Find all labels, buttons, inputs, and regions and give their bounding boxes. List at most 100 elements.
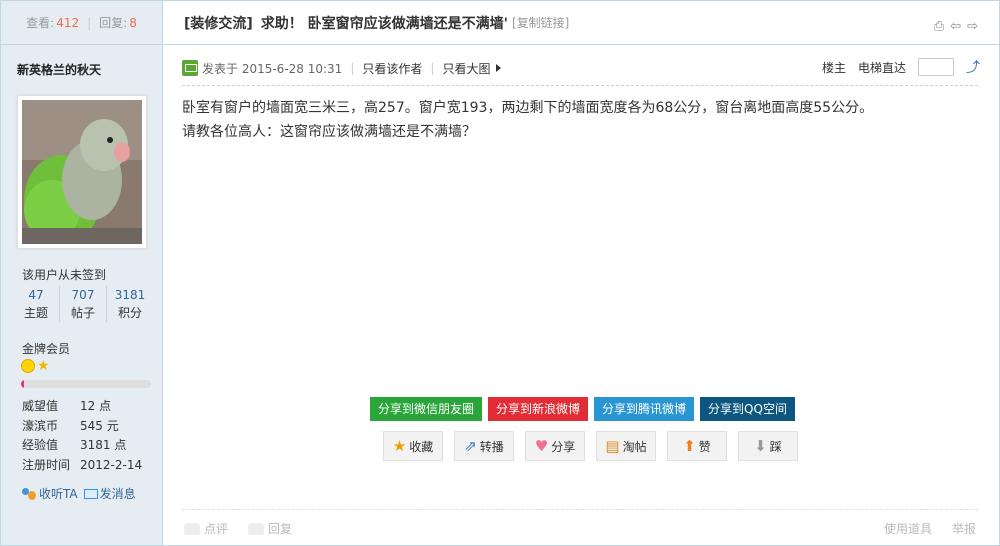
count-label: 积分 bbox=[117, 306, 142, 320]
reply-label: 回复 bbox=[268, 522, 293, 536]
copy-link-button[interactable]: [复制链接] bbox=[512, 14, 569, 31]
rank-progress-fill bbox=[21, 380, 24, 388]
reply-icon bbox=[248, 522, 265, 535]
user-actions: 收听TA 发消息 bbox=[21, 485, 136, 502]
info-row: 注册时间 2012-2-14 bbox=[22, 456, 142, 476]
info-value: 3181 点 bbox=[80, 438, 127, 452]
post-date: 发表于 2015-6-28 10:31 bbox=[202, 61, 343, 76]
count-points[interactable]: 3181 积分 bbox=[106, 286, 153, 322]
info-value: 2012-2-14 bbox=[80, 457, 143, 472]
forward-button[interactable]: ⇗ 转播 bbox=[454, 431, 514, 461]
views-count: 412 bbox=[56, 15, 80, 30]
post-meta-right: 楼主 电梯直达 ⤴ bbox=[822, 57, 980, 77]
forward-icon: ⇗ bbox=[464, 436, 477, 455]
heart-icon: ♥ bbox=[534, 436, 549, 455]
count-topics[interactable]: 47 主题 bbox=[13, 286, 59, 322]
post-footer-left: 点评 回复 bbox=[184, 520, 292, 537]
count-value: 47 bbox=[28, 288, 44, 302]
info-row: 威望值 12 点 bbox=[22, 397, 142, 417]
count-label: 主题 bbox=[23, 306, 48, 320]
favorite-label: 收藏 bbox=[409, 439, 434, 454]
taotie-label: 淘帖 bbox=[622, 439, 647, 454]
star-icon: ★ bbox=[37, 358, 50, 374]
rank-progress bbox=[21, 380, 151, 388]
dislike-label: 踩 bbox=[769, 439, 782, 454]
smiley-icon bbox=[21, 359, 35, 373]
count-value: 707 bbox=[71, 288, 95, 302]
go-icon[interactable]: ⤴ bbox=[966, 57, 980, 77]
tray-icon: ▤ bbox=[605, 436, 620, 455]
follow-icon bbox=[21, 487, 37, 501]
count-value: 3181 bbox=[114, 288, 146, 302]
reply-button[interactable]: 回复 bbox=[248, 520, 292, 537]
post-icon bbox=[182, 60, 198, 76]
mail-icon bbox=[83, 488, 98, 499]
user-group[interactable]: 金牌会员 bbox=[22, 340, 70, 357]
info-key: 威望值 bbox=[22, 399, 59, 413]
post-footer-right: 使用道具 举报 bbox=[884, 520, 976, 537]
rank-icons: ★ bbox=[21, 359, 50, 373]
post-container: 查看: 412 | 回复: 8 新英格兰的秋天 该用户从未签到 47 主题 70… bbox=[0, 0, 1000, 546]
share-button[interactable]: ♥ 分享 bbox=[525, 431, 585, 461]
floor-jump-input[interactable] bbox=[918, 58, 954, 76]
info-value: 12 点 bbox=[80, 399, 112, 413]
replies-count: 8 bbox=[129, 15, 137, 30]
info-row: 濠滨币 545 元 bbox=[22, 417, 142, 437]
triangle-right-icon bbox=[496, 64, 502, 72]
share-buttons: 分享到微信朋友圈 分享到新浪微博 分享到腾讯微博 分享到QQ空间 bbox=[370, 397, 795, 421]
post-content: 卧室有窗户的墙面宽三米三，高257。窗户宽193，两边剩下的墙面宽度各为68公分… bbox=[182, 96, 982, 144]
info-key: 濠滨币 bbox=[22, 418, 59, 433]
share-tencent-button[interactable]: 分享到腾讯微博 bbox=[594, 397, 695, 421]
footer-divider bbox=[182, 509, 978, 510]
forward-label: 转播 bbox=[479, 439, 504, 454]
thread-category[interactable]: [装修交流] bbox=[184, 13, 253, 33]
use-tool-button[interactable]: 使用道具 bbox=[884, 520, 932, 537]
thread-subject: 求助！ 卧室窗帘应该做满墙还是不满墙' bbox=[260, 15, 508, 32]
report-button[interactable]: 举报 bbox=[952, 520, 976, 537]
author-name[interactable]: 新英格兰的秋天 bbox=[17, 61, 101, 78]
like-button[interactable]: ⬆ 赞 bbox=[667, 431, 727, 461]
parrot-avatar-image bbox=[22, 100, 142, 244]
post-content-line: 请教各位高人：这窗帘应该做满墙还是不满墙？ bbox=[182, 124, 476, 140]
next-thread-icon[interactable]: ⇨ bbox=[967, 19, 978, 34]
dislike-button[interactable]: ⬇ 踩 bbox=[738, 431, 798, 461]
share-qzone-button[interactable]: 分享到QQ空间 bbox=[700, 397, 795, 421]
arrow-up-icon: ⬆ bbox=[683, 436, 696, 455]
views-label: 查看: bbox=[26, 16, 55, 30]
title-icons: ⎙ ⇦ ⇨ bbox=[934, 19, 978, 34]
post-content-line: 卧室有窗户的墙面宽三米三，高257。窗户宽193，两边剩下的墙面宽度各为68公分… bbox=[182, 100, 874, 116]
count-label: 帖子 bbox=[70, 306, 95, 320]
share-weibo-button[interactable]: 分享到新浪微博 bbox=[488, 397, 589, 421]
meta-divider: | bbox=[350, 61, 355, 75]
meta-divider: | bbox=[430, 61, 435, 75]
replies-label: 回复: bbox=[99, 16, 128, 30]
post-main: [装修交流] 求助！ 卧室窗帘应该做满墙还是不满墙' [复制链接] ⎙ ⇦ ⇨ … bbox=[164, 1, 1000, 545]
post-tools: ★ 收藏 ⇗ 转播 ♥ 分享 ▤ 淘帖 ⬆ 赞 ⬇ 踩 bbox=[383, 431, 798, 461]
comment-icon bbox=[184, 522, 200, 535]
print-icon[interactable]: ⎙ bbox=[934, 19, 944, 34]
like-label: 赞 bbox=[698, 439, 711, 454]
favorite-button[interactable]: ★ 收藏 bbox=[383, 431, 443, 461]
comment-button[interactable]: 点评 bbox=[184, 520, 228, 537]
jump-label: 电梯直达 bbox=[857, 60, 906, 75]
message-button[interactable]: 发消息 bbox=[83, 485, 136, 502]
stats-divider: | bbox=[87, 15, 92, 30]
meta-divider-line bbox=[182, 85, 978, 86]
comment-label: 点评 bbox=[204, 522, 229, 536]
avatar[interactable] bbox=[17, 95, 147, 249]
prev-thread-icon[interactable]: ⇦ bbox=[950, 19, 961, 34]
thread-stats: 查看: 412 | 回复: 8 bbox=[1, 1, 162, 45]
share-wechat-button[interactable]: 分享到微信朋友圈 bbox=[370, 397, 483, 421]
floor-label: 楼主 bbox=[821, 60, 846, 75]
author-only-link[interactable]: 只看该作者 bbox=[362, 60, 422, 77]
message-label: 发消息 bbox=[99, 487, 136, 501]
thread-title-bar: [装修交流] 求助！ 卧室窗帘应该做满墙还是不满墙' [复制链接] bbox=[164, 1, 1000, 45]
follow-button[interactable]: 收听TA bbox=[21, 485, 78, 502]
info-value: 545 元 bbox=[80, 418, 119, 433]
taotie-button[interactable]: ▤ 淘帖 bbox=[596, 431, 656, 461]
follow-label: 收听TA bbox=[39, 487, 78, 501]
big-image-link[interactable]: 只看大图 bbox=[442, 60, 490, 77]
count-posts[interactable]: 707 帖子 bbox=[59, 286, 106, 322]
share-label: 分享 bbox=[551, 439, 576, 454]
arrow-down-icon: ⬇ bbox=[754, 436, 767, 455]
